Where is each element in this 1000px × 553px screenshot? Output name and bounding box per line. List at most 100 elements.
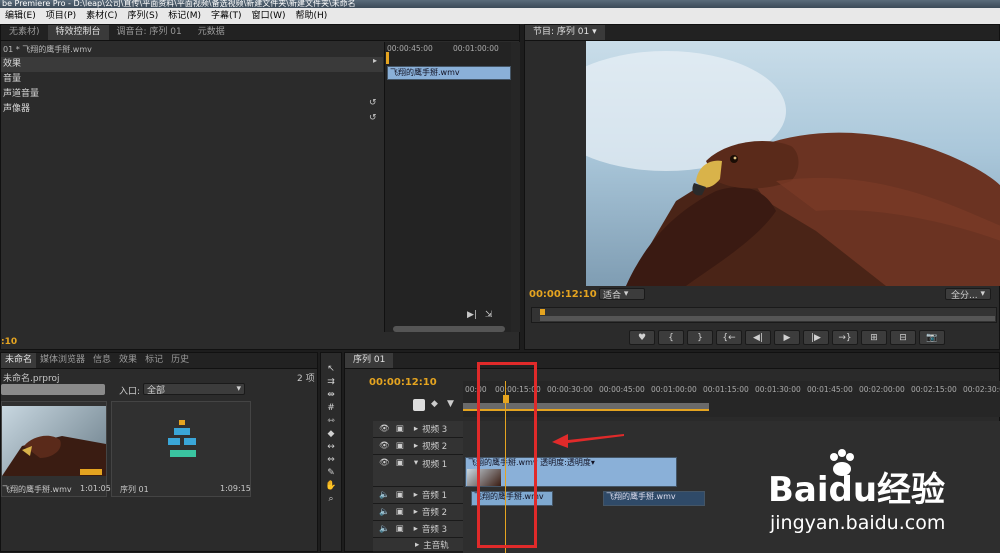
tab-history[interactable]: 历史 <box>167 353 193 368</box>
menu-clip[interactable]: 素材(C) <box>81 8 122 24</box>
eye-icon[interactable]: 👁 <box>379 458 390 468</box>
speaker-icon[interactable]: 🔈 <box>379 507 390 517</box>
step-forward-button[interactable]: |▶ <box>803 330 829 345</box>
track-header-video-2: 👁 ▣ ▸ 视频 2 <box>373 438 463 455</box>
tab-markers[interactable]: 标记 <box>141 353 167 368</box>
tab-media-browser[interactable]: 媒体浏览器 <box>36 353 89 368</box>
program-timecode[interactable]: 00:00:12:10 <box>529 289 597 300</box>
pen-tool-icon[interactable]: ✎ <box>324 467 338 480</box>
export-frame-button[interactable]: 📷 <box>919 330 945 345</box>
rolling-edit-tool-icon[interactable]: # <box>324 402 338 415</box>
slide-tool-icon[interactable]: ⇔ <box>324 454 338 467</box>
speaker-icon[interactable]: 🔈 <box>379 490 390 500</box>
menu-sequence[interactable]: 序列(S) <box>122 8 163 24</box>
eye-icon[interactable]: 👁 <box>379 424 390 434</box>
reset-icon[interactable]: ↺ <box>369 98 377 108</box>
slip-tool-icon[interactable]: ↔ <box>324 441 338 454</box>
snap-icon[interactable] <box>413 399 425 411</box>
project-item-count: 2 项 <box>297 374 315 384</box>
export-icon[interactable]: ⇲ <box>485 310 493 320</box>
expand-icon[interactable]: ▸ <box>414 524 418 534</box>
project-search-input[interactable] <box>1 384 105 395</box>
tab-program[interactable]: 节目: 序列 01 ▾ <box>525 25 605 40</box>
tab-metadata[interactable]: 元数据 <box>190 25 233 40</box>
program-playhead-marker[interactable] <box>540 309 545 315</box>
play-only-icon[interactable]: ▶| <box>467 310 477 320</box>
menu-marker[interactable]: 标记(M) <box>163 8 206 24</box>
menu-edit[interactable]: 编辑(E) <box>0 8 41 24</box>
play-button[interactable]: ▶ <box>774 330 800 345</box>
effect-row-channel-volume[interactable]: 声道音量 <box>1 87 383 102</box>
playhead-marker <box>386 52 389 64</box>
inpoint-select[interactable]: 全部 ▾ <box>143 383 245 396</box>
tab-sequence[interactable]: 序列 01 <box>345 353 394 368</box>
quality-select[interactable]: 全分... ▾ <box>945 288 991 301</box>
eye-icon[interactable]: 👁 <box>379 441 390 451</box>
track-select-tool-icon[interactable]: ⇉ <box>324 376 338 389</box>
program-scrubber[interactable] <box>531 307 997 323</box>
extract-button[interactable]: ⊟ <box>890 330 916 345</box>
lock-icon[interactable]: ▣ <box>396 458 404 468</box>
tab-effects[interactable]: 效果 <box>115 353 141 368</box>
menu-help[interactable]: 帮助(H) <box>290 8 332 24</box>
goto-in-button[interactable]: {← <box>716 330 742 345</box>
scrollbar[interactable] <box>393 326 505 332</box>
lock-icon[interactable]: ▣ <box>396 507 404 517</box>
project-item-sequence[interactable]: 序列 01 1:09:15 <box>111 401 251 497</box>
window-title: be Premiere Pro - D:\leap\公司\直传\平面资料\平面视… <box>0 0 1000 8</box>
marker-button[interactable]: ♥ <box>629 330 655 345</box>
fit-select[interactable]: 适合 ▾ <box>599 288 645 301</box>
lock-icon[interactable]: ▣ <box>396 490 404 500</box>
set-marker-icon[interactable]: ◆ <box>431 399 438 409</box>
menu-window[interactable]: 窗口(W) <box>247 8 291 24</box>
expand-icon[interactable]: ▸ <box>414 507 418 517</box>
expand-icon[interactable]: ▸ <box>414 424 418 434</box>
tab-project[interactable]: 未命名 <box>1 353 37 368</box>
effect-row-effects[interactable]: 效果 <box>1 57 383 72</box>
project-item-clip[interactable]: 飞翔的鹰手掰.wmv 1:01:05 <box>1 401 111 497</box>
effect-timecode[interactable]: :10 <box>1 337 17 347</box>
expand-icon[interactable]: ▸ <box>415 540 419 550</box>
timeline-ruler[interactable]: 00:00 00:00:15:00 00:00:30:00 00:00:45:0… <box>463 381 1000 417</box>
sequence-timecode[interactable]: 00:00:12:10 <box>369 377 437 388</box>
menu-title[interactable]: 字幕(T) <box>206 8 247 24</box>
play-arrow-icon[interactable]: ▸ <box>373 56 377 65</box>
sequence-tabbar: 序列 01 <box>345 353 999 369</box>
lock-icon[interactable]: ▣ <box>396 424 404 434</box>
lift-button[interactable]: ⊞ <box>861 330 887 345</box>
speaker-icon[interactable]: 🔈 <box>379 524 390 534</box>
ripple-edit-tool-icon[interactable]: ⇹ <box>324 389 338 402</box>
effect-row-panner[interactable]: 声像器 <box>1 102 383 117</box>
track-header-audio-3: 🔈 ▣ ▸ 音频 3 <box>373 521 463 538</box>
selection-tool-icon[interactable]: ↖ <box>324 363 338 376</box>
tab-source[interactable]: 无素材) <box>1 25 48 40</box>
effect-row-volume[interactable]: 音量 <box>1 72 383 87</box>
mark-out-button[interactable]: } <box>687 330 713 345</box>
program-video-frame <box>586 41 1000 286</box>
program-scrub-bar[interactable] <box>540 316 995 321</box>
audio-clip-b[interactable]: 飞翔的鹰手掰.wmv <box>603 491 705 506</box>
expand-icon[interactable]: ▸ <box>414 441 418 451</box>
project-tabbar: 未命名 媒体浏览器 信息 效果 标记 历史 <box>1 353 317 369</box>
expand-icon[interactable]: ▸ <box>414 490 418 500</box>
zoom-tool-icon[interactable]: ⌕ <box>324 493 338 506</box>
effect-clip[interactable]: 飞翔的鹰手掰.wmv <box>387 66 511 80</box>
project-panel: 未命名 媒体浏览器 信息 效果 标记 历史 未命名.prproj 2 项 入口:… <box>0 352 318 552</box>
ruler-label: 00:02:15:00 <box>911 385 957 394</box>
effect-scrollbar[interactable] <box>511 42 520 332</box>
tab-audio-mixer[interactable]: 调音台: 序列 01 <box>109 25 190 40</box>
add-marker-icon[interactable]: ▼ <box>447 399 454 409</box>
lock-icon[interactable]: ▣ <box>396 524 404 534</box>
tab-info[interactable]: 信息 <box>89 353 115 368</box>
reset-icon[interactable]: ↺ <box>369 113 377 123</box>
razor-tool-icon[interactable]: ◆ <box>324 428 338 441</box>
lock-icon[interactable]: ▣ <box>396 441 404 451</box>
expand-icon[interactable]: ▾ <box>414 458 418 468</box>
hand-tool-icon[interactable]: ✋ <box>324 480 338 493</box>
rate-stretch-tool-icon[interactable]: ⇿ <box>324 415 338 428</box>
menu-project[interactable]: 项目(P) <box>41 8 81 24</box>
goto-out-button[interactable]: →} <box>832 330 858 345</box>
mark-in-button[interactable]: { <box>658 330 684 345</box>
tab-effect-controls[interactable]: 特效控制台 <box>47 25 109 40</box>
step-back-button[interactable]: ◀| <box>745 330 771 345</box>
